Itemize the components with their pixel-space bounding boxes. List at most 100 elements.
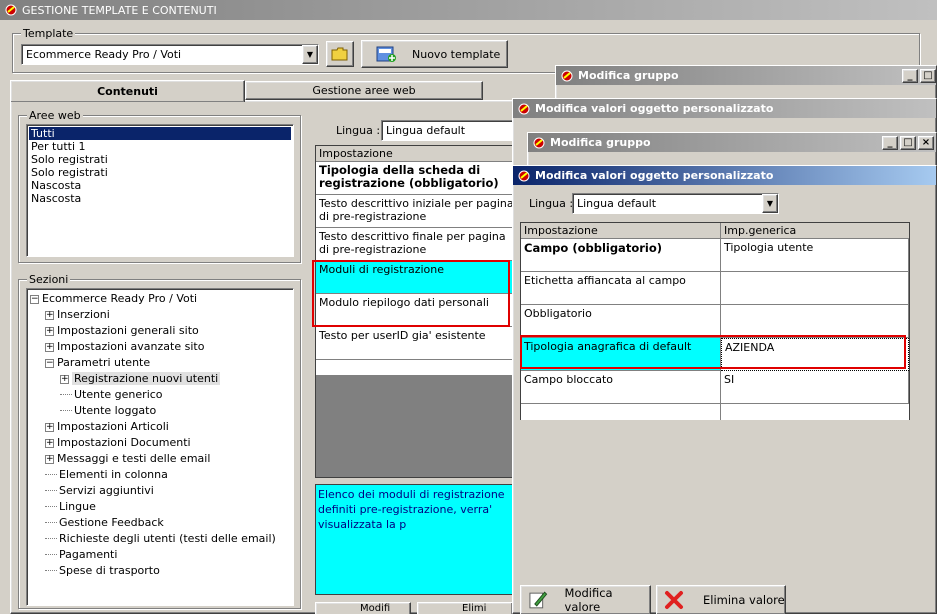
grid-row[interactable]: Testo descrittivo iniziale per pagina di… (316, 195, 520, 228)
titlebar[interactable]: Modifica valori oggetto personalizzato (513, 99, 936, 118)
modify-button[interactable]: Modifi (315, 602, 411, 614)
grid-row[interactable]: Tipologia della scheda di registrazione … (316, 162, 520, 195)
lingua-select-value: Lingua default (386, 124, 466, 137)
edit-icon (529, 591, 548, 609)
expand-plus-icon[interactable]: + (60, 374, 69, 384)
expand-plus-icon[interactable]: + (45, 326, 54, 336)
expand-plus-icon[interactable]: + (45, 310, 54, 320)
list-item[interactable]: Nascosta (29, 179, 291, 192)
maximize-button[interactable]: □ (920, 68, 936, 83)
list-item[interactable]: Solo registrati (29, 153, 291, 166)
tree-item[interactable]: + Impostazioni Documenti (30, 435, 290, 451)
collapse-minus-icon[interactable]: − (30, 294, 39, 304)
tree-item[interactable]: − Ecommerce Ready Pro / Voti (30, 291, 290, 307)
tree-item[interactable]: Lingue (30, 499, 290, 515)
sezioni-label: Sezioni (27, 273, 71, 286)
grid-cell-value[interactable]: Tipologia utente (721, 239, 909, 272)
tree-item[interactable]: Gestione Feedback (30, 515, 290, 531)
grid-row[interactable]: Testo descrittivo finale per pagina di p… (316, 228, 520, 261)
tree-item-label: Servizi aggiuntivi (59, 484, 154, 497)
expand-plus-icon[interactable]: + (45, 454, 54, 464)
grid-cell-value[interactable]: SI (721, 371, 909, 404)
window-title: Modifica valori oggetto personalizzato (535, 169, 774, 182)
close-button[interactable]: × (918, 135, 934, 150)
tree-item-label: Ecommerce Ready Pro / Voti (42, 292, 198, 305)
minimize-button[interactable]: _ (902, 68, 918, 83)
template-group-label: Template (21, 27, 76, 40)
content-panel: Lingua : Lingua default Impostazione Tip… (309, 115, 521, 614)
tree-item[interactable]: Servizi aggiuntivi (30, 483, 290, 499)
tree-item[interactable]: − Parametri utente (30, 355, 290, 371)
tree-item[interactable]: Utente generico (30, 387, 290, 403)
grid-cell-name[interactable]: Etichetta affiancata al campo (521, 272, 721, 305)
app-icon (4, 3, 18, 17)
dropdown-arrow-icon[interactable]: ▼ (302, 45, 318, 64)
tree-item-label: Utente loggato (74, 404, 157, 417)
collapse-minus-icon[interactable]: − (45, 358, 54, 368)
tree-item[interactable]: Pagamenti (30, 547, 290, 563)
tree-item[interactable]: Richieste degli utenti (testi delle emai… (30, 531, 290, 547)
titlebar[interactable]: Modifica gruppo _ □ × (528, 133, 936, 152)
tab-contenuti[interactable]: Contenuti (10, 80, 245, 102)
delete-value-label: Elimina valore (703, 593, 785, 607)
tree-item[interactable]: + Registrazione nuovi utenti (30, 371, 290, 387)
tree-item[interactable]: + Inserzioni (30, 307, 290, 323)
tree-connector (45, 515, 57, 523)
template-select[interactable]: Ecommerce Ready Pro / Voti ▼ (21, 44, 319, 65)
list-item[interactable]: Tutti (29, 127, 291, 140)
list-item[interactable]: Nascosta (29, 192, 291, 205)
app-icon (532, 136, 546, 150)
list-item[interactable]: Per tutti 1 (29, 140, 291, 153)
template-select-value: Ecommerce Ready Pro / Voti (26, 48, 182, 61)
tree-item-label: Lingue (59, 500, 96, 513)
delete-value-button[interactable]: Elimina valore (656, 585, 786, 614)
tree-item[interactable]: + Impostazioni Articoli (30, 419, 290, 435)
expand-plus-icon[interactable]: + (45, 422, 54, 432)
minimize-button[interactable]: _ (882, 135, 898, 150)
tree-item[interactable]: Spese di trasporto (30, 563, 290, 579)
grid-cell-value[interactable] (721, 272, 909, 305)
aree-web-list[interactable]: Tutti Per tutti 1 Solo registrati Solo r… (26, 124, 294, 257)
app-icon (560, 69, 574, 83)
expand-plus-icon[interactable]: + (45, 438, 54, 448)
titlebar[interactable]: Modifica valori oggetto personalizzato (513, 166, 936, 185)
tree-item[interactable]: + Impostazioni avanzate sito (30, 339, 290, 355)
grid-cell-name[interactable]: Campo bloccato (521, 371, 721, 404)
grid-row[interactable]: Testo per userID gia' esistente (316, 327, 520, 360)
titlebar[interactable]: Modifica gruppo _ □ (556, 66, 936, 85)
tree-item-label: Impostazioni Articoli (57, 420, 169, 433)
tree-item-label: Impostazioni generali sito (57, 324, 199, 337)
values-grid[interactable]: Impostazione Imp.generica Campo (obbliga… (520, 222, 910, 420)
main-window-titlebar[interactable]: GESTIONE TEMPLATE E CONTENUTI (0, 0, 937, 20)
grid-cell-name[interactable]: Obbligatorio (521, 305, 721, 338)
aree-web-label: Aree web (27, 109, 83, 122)
lingua-select[interactable]: Lingua default (381, 120, 521, 141)
tab-contenuti-label: Contenuti (97, 85, 158, 98)
open-folder-button[interactable] (326, 41, 354, 67)
window-modifica-valori-active: Modifica valori oggetto personalizzato L… (512, 165, 937, 614)
new-template-button[interactable]: Nuovo template (361, 40, 508, 68)
delete-button[interactable]: Elimi (417, 602, 513, 614)
tree-connector (45, 499, 57, 507)
sezioni-tree[interactable]: − Ecommerce Ready Pro / Voti + Inserzioni + I… (26, 288, 294, 606)
tree-item[interactable]: + Impostazioni generali sito (30, 323, 290, 339)
tree-connector (45, 483, 57, 491)
new-template-icon (376, 46, 396, 62)
list-item[interactable]: Solo registrati (29, 166, 291, 179)
grid-header: Impostazione (316, 146, 520, 162)
tree-item[interactable]: Utente loggato (30, 403, 290, 419)
tree-item[interactable]: + Messaggi e testi delle email (30, 451, 290, 467)
dropdown-arrow-icon[interactable]: ▼ (762, 194, 778, 213)
modify-value-label: Modifica valore (564, 586, 613, 614)
window-title: Modifica gruppo (550, 136, 651, 149)
grid-cell-name[interactable]: Campo (obbligatorio) (521, 239, 721, 272)
expand-plus-icon[interactable]: + (45, 342, 54, 352)
tree-connector (60, 387, 72, 395)
grid-cell-value[interactable] (721, 305, 909, 338)
modify-value-button[interactable]: Modifica valore (520, 585, 651, 614)
tab-gestione-aree-web[interactable]: Gestione aree web (245, 81, 483, 100)
tree-item[interactable]: Elementi in colonna (30, 467, 290, 483)
maximize-button[interactable]: □ (900, 135, 916, 150)
grid-header: Impostazione (521, 223, 721, 239)
lingua-select[interactable]: Lingua default ▼ (572, 193, 779, 214)
